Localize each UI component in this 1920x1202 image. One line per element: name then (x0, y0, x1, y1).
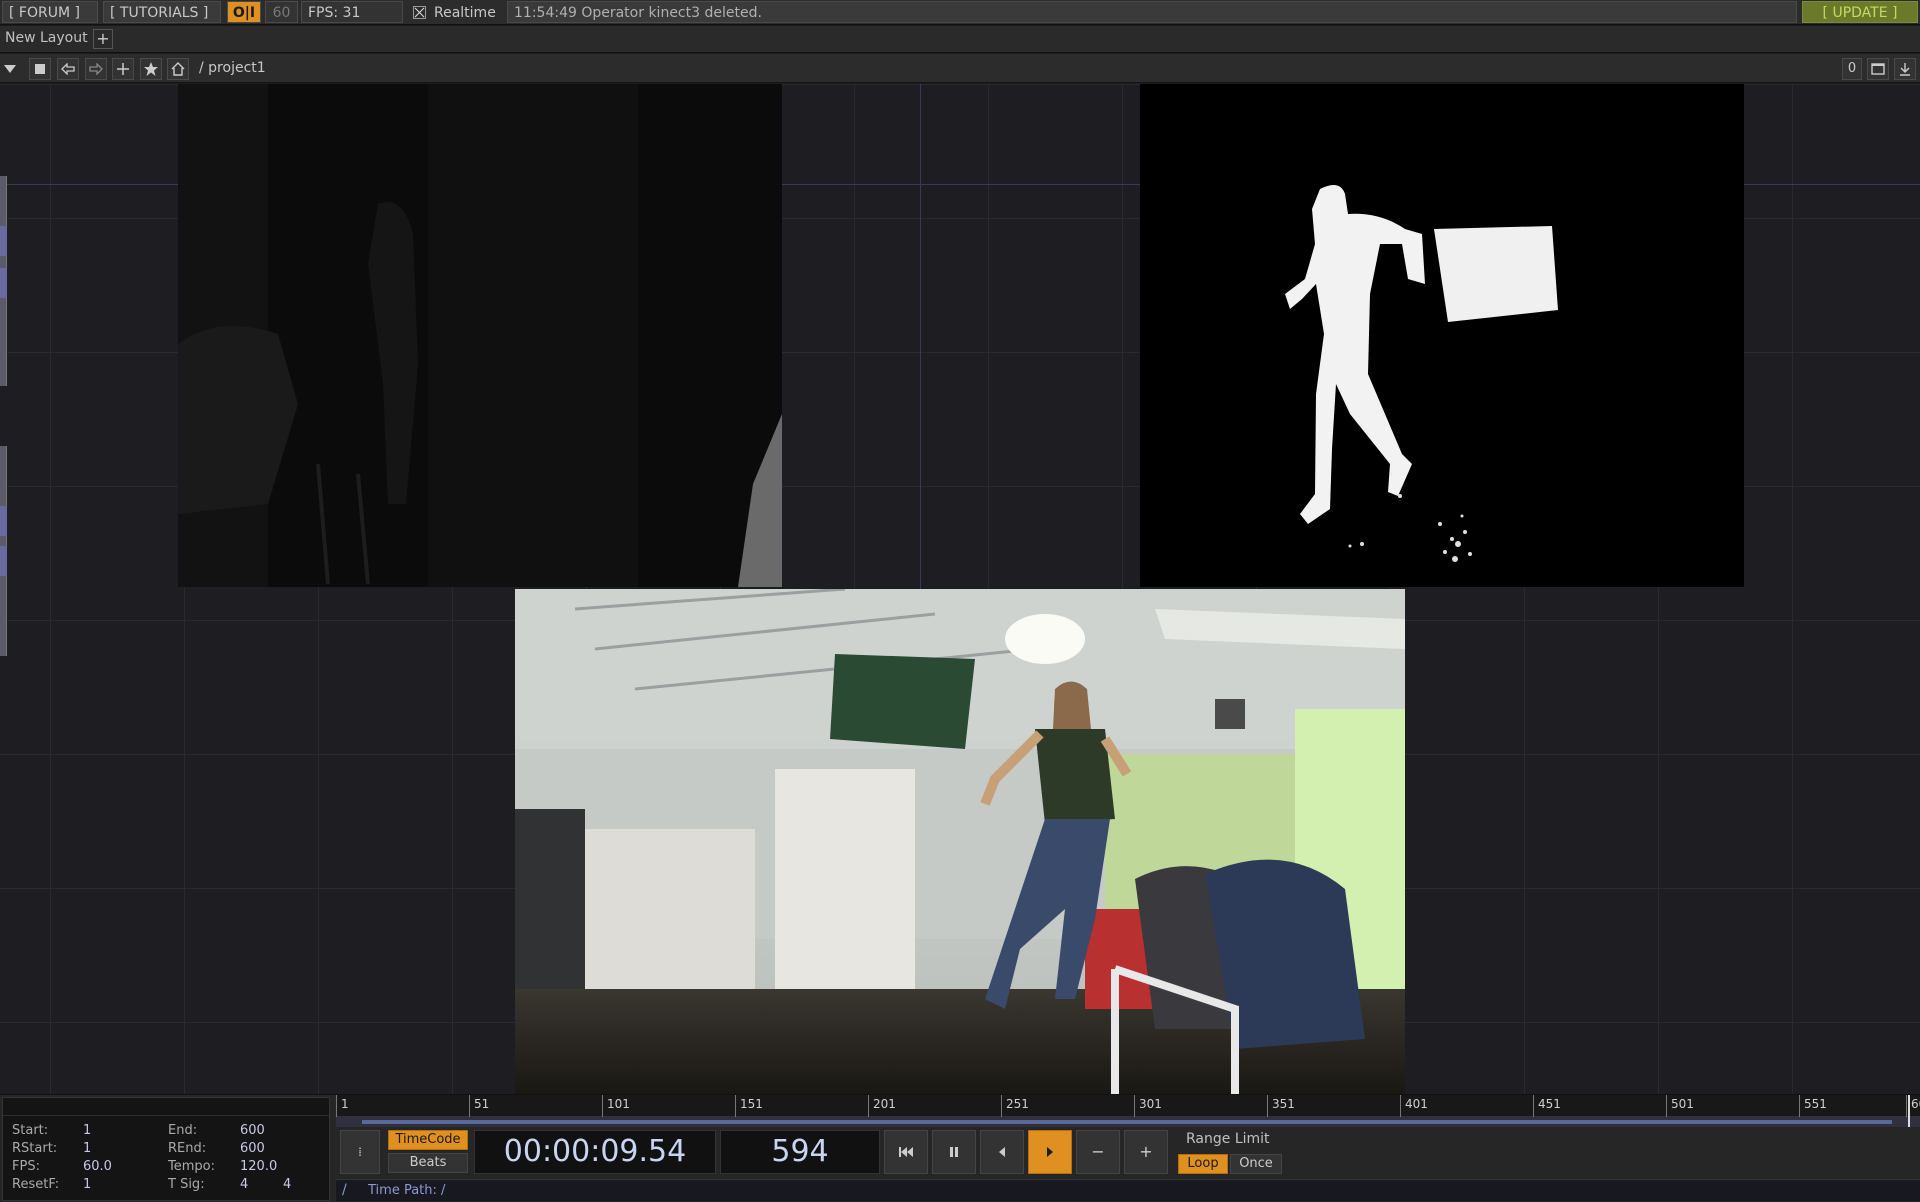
forum-button[interactable]: [ FORUM ] (2, 1, 98, 23)
timeline-tick: 151 (735, 1095, 763, 1117)
time-path-root[interactable]: / (342, 1182, 347, 1198)
chevron-down-icon[interactable] (0, 58, 20, 80)
timeline-scrubber[interactable] (336, 1117, 1920, 1127)
tsig-label: T Sig: (168, 1177, 205, 1192)
resetf-value[interactable]: 1 (83, 1177, 91, 1192)
fps-label: FPS: (12, 1159, 40, 1174)
star-icon[interactable] (140, 58, 162, 80)
frame-display[interactable]: 594 (720, 1130, 880, 1174)
window-icon[interactable] (1867, 58, 1889, 80)
skip-to-start-icon[interactable] (884, 1130, 928, 1174)
perform-toggle-button[interactable]: O|I (227, 1, 261, 23)
add-layout-button[interactable]: + (93, 29, 113, 49)
loop-button[interactable]: Loop (1178, 1154, 1228, 1174)
tempo-value[interactable]: 120.0 (240, 1159, 277, 1174)
timeline-tick: 51 (469, 1095, 489, 1117)
range-settings: Start: 1 End: 600 RStart: 1 REnd: 600 FP… (2, 1097, 330, 1201)
timeline-ruler[interactable]: 151101151201251301351401451501551600 (336, 1095, 1920, 1117)
transport-controls: ⁞ TimeCode Beats 00:00:09.54 594 − + Ran… (336, 1127, 1920, 1177)
depth-mask-viewer[interactable] (1140, 84, 1744, 587)
realtime-checkbox[interactable] (413, 6, 426, 19)
layout-tab[interactable]: New Layout (5, 30, 88, 46)
realtime-label: Realtime (434, 5, 496, 21)
timeline-tick: 201 (868, 1095, 896, 1117)
timeline-panel: Start: 1 End: 600 RStart: 1 REnd: 600 FP… (0, 1094, 1920, 1202)
tsig-denominator[interactable]: 4 (283, 1177, 291, 1192)
timeline-tick: 501 (1666, 1095, 1694, 1117)
end-value[interactable]: 600 (240, 1123, 265, 1138)
once-button[interactable]: Once (1230, 1154, 1282, 1174)
playhead[interactable] (1908, 1095, 1910, 1127)
timecode-display[interactable]: 00:00:09.54 (474, 1130, 716, 1174)
tempo-label: Tempo: (168, 1159, 215, 1174)
rgb-frame-image (515, 589, 1405, 1094)
timeline-tick: 101 (602, 1095, 630, 1117)
layout-bar: New Layout + (0, 26, 1920, 53)
play-forward-icon[interactable] (1028, 1130, 1072, 1174)
rend-label: REnd: (168, 1141, 207, 1156)
fps-cap-field[interactable]: 60 (265, 1, 298, 23)
infrared-camera-viewer[interactable] (178, 84, 782, 587)
download-icon[interactable] (1894, 58, 1916, 80)
path-bar: / project1 0 (0, 54, 1920, 83)
side-panel-tab-lower[interactable] (0, 446, 7, 656)
stop-icon[interactable] (29, 58, 51, 80)
timeline-tick: 401 (1400, 1095, 1428, 1117)
time-path-text: Time Path: / (368, 1183, 446, 1198)
depth-mask-image (1140, 84, 1744, 587)
realtime-toggle[interactable]: Realtime (408, 1, 505, 23)
infrared-frame-image (178, 84, 782, 587)
tutorials-button[interactable]: [ TUTORIALS ] (103, 1, 221, 23)
rstart-label: RStart: (12, 1141, 58, 1156)
step-forward-icon[interactable]: + (1124, 1130, 1168, 1174)
rstart-value[interactable]: 1 (83, 1141, 91, 1156)
range-settings-header (3, 1098, 329, 1116)
beats-mode-button[interactable]: Beats (388, 1153, 468, 1173)
resetf-label: ResetF: (12, 1177, 60, 1192)
network-editor[interactable] (0, 84, 1920, 1094)
timeline-tick: 301 (1134, 1095, 1162, 1117)
play-reverse-icon[interactable] (980, 1130, 1024, 1174)
timeline-tick: 451 (1533, 1095, 1561, 1117)
timeline-options-icon[interactable]: ⁞ (340, 1130, 380, 1174)
rgb-camera-viewer[interactable] (515, 589, 1405, 1094)
status-message: 11:54:49 Operator kinect3 deleted. (507, 1, 1797, 23)
timeline-tick: 1 (336, 1095, 349, 1117)
update-button[interactable]: [ UPDATE ] (1802, 1, 1918, 23)
rend-value[interactable]: 600 (240, 1141, 265, 1156)
home-icon[interactable] (167, 58, 189, 80)
timeline-tick: 351 (1267, 1095, 1295, 1117)
forward-icon[interactable] (85, 58, 107, 80)
path-counter: 0 (1842, 58, 1862, 80)
network-path[interactable]: / project1 (199, 60, 266, 76)
timeline-tick: 551 (1799, 1095, 1827, 1117)
start-label: Start: (12, 1123, 49, 1138)
step-back-icon[interactable]: − (1076, 1130, 1120, 1174)
tsig-numerator[interactable]: 4 (240, 1177, 248, 1192)
plus-icon[interactable] (112, 58, 134, 80)
top-bar: [ FORUM ] [ TUTORIALS ] O|I 60 FPS: 31 R… (0, 0, 1920, 25)
fps-readout: FPS: 31 (301, 1, 403, 23)
fps-value[interactable]: 60.0 (83, 1159, 112, 1174)
pause-icon[interactable] (932, 1130, 976, 1174)
range-limit-label: Range Limit (1186, 1131, 1270, 1147)
end-label: End: (168, 1123, 198, 1138)
time-path-bar[interactable]: / Time Path: / (336, 1179, 1920, 1201)
timeline-tick: 251 (1001, 1095, 1029, 1117)
timecode-mode-button[interactable]: TimeCode (388, 1130, 468, 1150)
side-panel-tab-upper[interactable] (0, 176, 7, 386)
start-value[interactable]: 1 (83, 1123, 91, 1138)
back-icon[interactable] (57, 58, 79, 80)
range-bar (362, 1120, 1892, 1124)
